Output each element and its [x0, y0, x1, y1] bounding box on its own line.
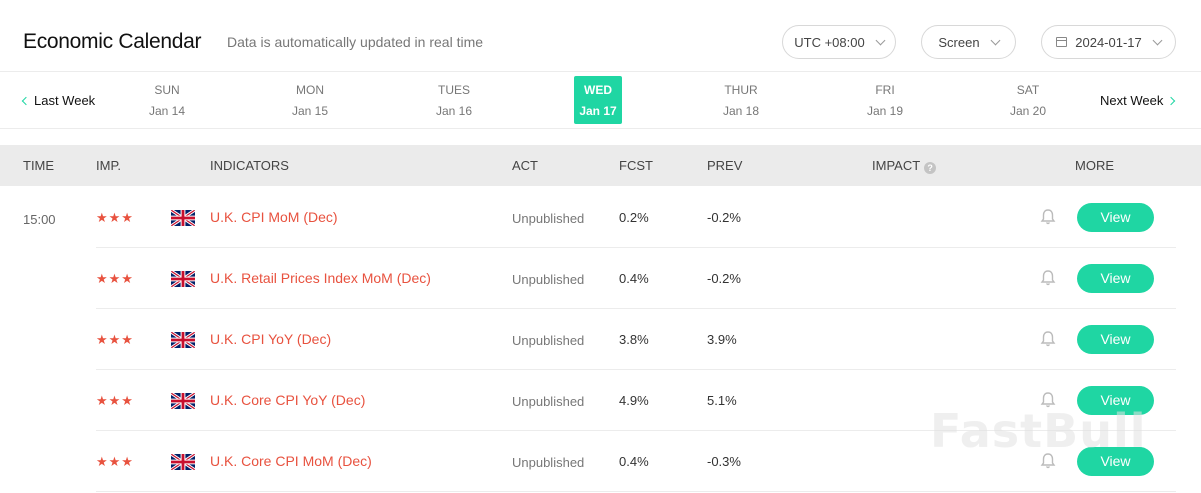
- chevron-down-icon: [990, 35, 1001, 45]
- previous-value: 3.9%: [707, 332, 737, 347]
- calendar-icon: [1056, 37, 1068, 47]
- next-week-label: Next Week: [1100, 93, 1164, 108]
- indicator-link[interactable]: U.K. CPI YoY (Dec): [210, 331, 331, 347]
- event-time: 15:00: [23, 212, 56, 227]
- table-header: TIME IMP. INDICATORS ACT FCST PREV IMPAC…: [0, 145, 1201, 186]
- last-week-button[interactable]: Last Week: [21, 93, 96, 108]
- indicator-link[interactable]: U.K. Retail Prices Index MoM (Dec): [210, 270, 431, 286]
- column-header-previous: PREV: [707, 158, 743, 173]
- impact-label: IMPACT: [872, 158, 921, 173]
- info-icon[interactable]: ?: [924, 162, 937, 174]
- column-header-time: TIME: [23, 158, 55, 173]
- forecast-value: 0.4%: [619, 454, 649, 469]
- watermark-logo: FastBull: [930, 404, 1147, 458]
- actual-value: Unpublished: [512, 211, 585, 226]
- bell-icon[interactable]: [1040, 269, 1056, 287]
- forecast-value: 4.9%: [619, 393, 649, 408]
- uk-flag-icon: [171, 393, 195, 409]
- day-tab-fri[interactable]: FRI Jan 19: [861, 76, 909, 124]
- day-name: THUR: [724, 83, 758, 97]
- uk-flag-icon: [171, 210, 195, 226]
- day-date: Jan 17: [579, 104, 617, 118]
- day-tab-sat[interactable]: SAT Jan 20: [1004, 76, 1052, 124]
- indicator-link[interactable]: U.K. CPI MoM (Dec): [210, 209, 338, 225]
- next-week-button[interactable]: Next Week: [1100, 93, 1176, 108]
- column-header-indicators: INDICATORS: [210, 158, 289, 173]
- day-name: SUN: [154, 83, 180, 97]
- previous-value: -0.3%: [707, 454, 741, 469]
- day-date: Jan 16: [435, 104, 473, 118]
- page-title: Economic Calendar: [23, 30, 202, 53]
- actual-value: Unpublished: [512, 333, 585, 348]
- importance-stars: ★★★: [96, 454, 134, 469]
- table-row: ★★★ U.K. CPI MoM (Dec) Unpublished 0.2% …: [96, 187, 1176, 248]
- date-picker[interactable]: 2024-01-17: [1041, 25, 1176, 59]
- page-subtitle: Data is automatically updated in real ti…: [227, 34, 484, 50]
- previous-value: -0.2%: [707, 271, 741, 286]
- page-header: Economic Calendar Data is automatically …: [0, 0, 1201, 72]
- day-tab-mon[interactable]: MON Jan 15: [286, 76, 334, 124]
- column-header-more: MORE: [1075, 158, 1114, 173]
- timezone-label: UTC +08:00: [794, 34, 865, 50]
- day-name: FRI: [875, 83, 895, 97]
- indicator-link[interactable]: U.K. Core CPI MoM (Dec): [210, 453, 372, 469]
- column-header-forecast: FCST: [619, 158, 653, 173]
- day-name: SAT: [1016, 83, 1040, 97]
- view-button[interactable]: View: [1077, 203, 1154, 232]
- day-tab-thur[interactable]: THUR Jan 18: [717, 76, 765, 124]
- uk-flag-icon: [171, 271, 195, 287]
- screen-filter-dropdown[interactable]: Screen: [921, 25, 1016, 59]
- chevron-down-icon: [1152, 35, 1163, 45]
- view-button[interactable]: View: [1077, 264, 1154, 293]
- previous-value: 5.1%: [707, 393, 737, 408]
- day-tab-sun[interactable]: SUN Jan 14: [143, 76, 191, 124]
- importance-stars: ★★★: [96, 393, 134, 408]
- column-header-importance: IMP.: [96, 158, 122, 173]
- bell-icon[interactable]: [1040, 330, 1056, 348]
- actual-value: Unpublished: [512, 272, 585, 287]
- chevron-right-icon: [1167, 96, 1176, 105]
- column-header-impact: IMPACT?: [872, 158, 937, 174]
- day-date: Jan 19: [866, 104, 904, 118]
- day-name: WED: [584, 83, 612, 97]
- table-row: ★★★ U.K. CPI YoY (Dec) Unpublished 3.8% …: [96, 309, 1176, 370]
- uk-flag-icon: [171, 332, 195, 348]
- day-name: MON: [296, 83, 324, 97]
- week-navigation: Last Week SUN Jan 14 MON Jan 15 TUES Jan…: [0, 72, 1201, 129]
- day-date: Jan 18: [722, 104, 760, 118]
- screen-label: Screen: [938, 34, 980, 50]
- day-tab-wed[interactable]: WED Jan 17: [574, 76, 622, 124]
- day-date: Jan 20: [1009, 104, 1047, 118]
- indicator-link[interactable]: U.K. Core CPI YoY (Dec): [210, 392, 365, 408]
- previous-value: -0.2%: [707, 210, 741, 225]
- day-date: Jan 14: [148, 104, 186, 118]
- forecast-value: 0.2%: [619, 210, 649, 225]
- importance-stars: ★★★: [96, 210, 134, 225]
- uk-flag-icon: [171, 454, 195, 470]
- chevron-left-icon: [21, 96, 31, 105]
- actual-value: Unpublished: [512, 455, 585, 470]
- view-button[interactable]: View: [1077, 325, 1154, 354]
- table-row: ★★★ U.K. Retail Prices Index MoM (Dec) U…: [96, 248, 1176, 309]
- importance-stars: ★★★: [96, 332, 134, 347]
- timezone-dropdown[interactable]: UTC +08:00: [782, 25, 896, 59]
- forecast-value: 3.8%: [619, 332, 649, 347]
- last-week-label: Last Week: [34, 93, 96, 108]
- day-date: Jan 15: [291, 104, 329, 118]
- bell-icon[interactable]: [1040, 208, 1056, 226]
- importance-stars: ★★★: [96, 271, 134, 286]
- actual-value: Unpublished: [512, 394, 585, 409]
- column-header-actual: ACT: [512, 158, 538, 173]
- day-name: TUES: [437, 83, 470, 97]
- forecast-value: 0.4%: [619, 271, 649, 286]
- day-tab-tues[interactable]: TUES Jan 16: [430, 76, 478, 124]
- chevron-down-icon: [875, 35, 886, 45]
- date-label: 2024-01-17: [1075, 34, 1142, 50]
